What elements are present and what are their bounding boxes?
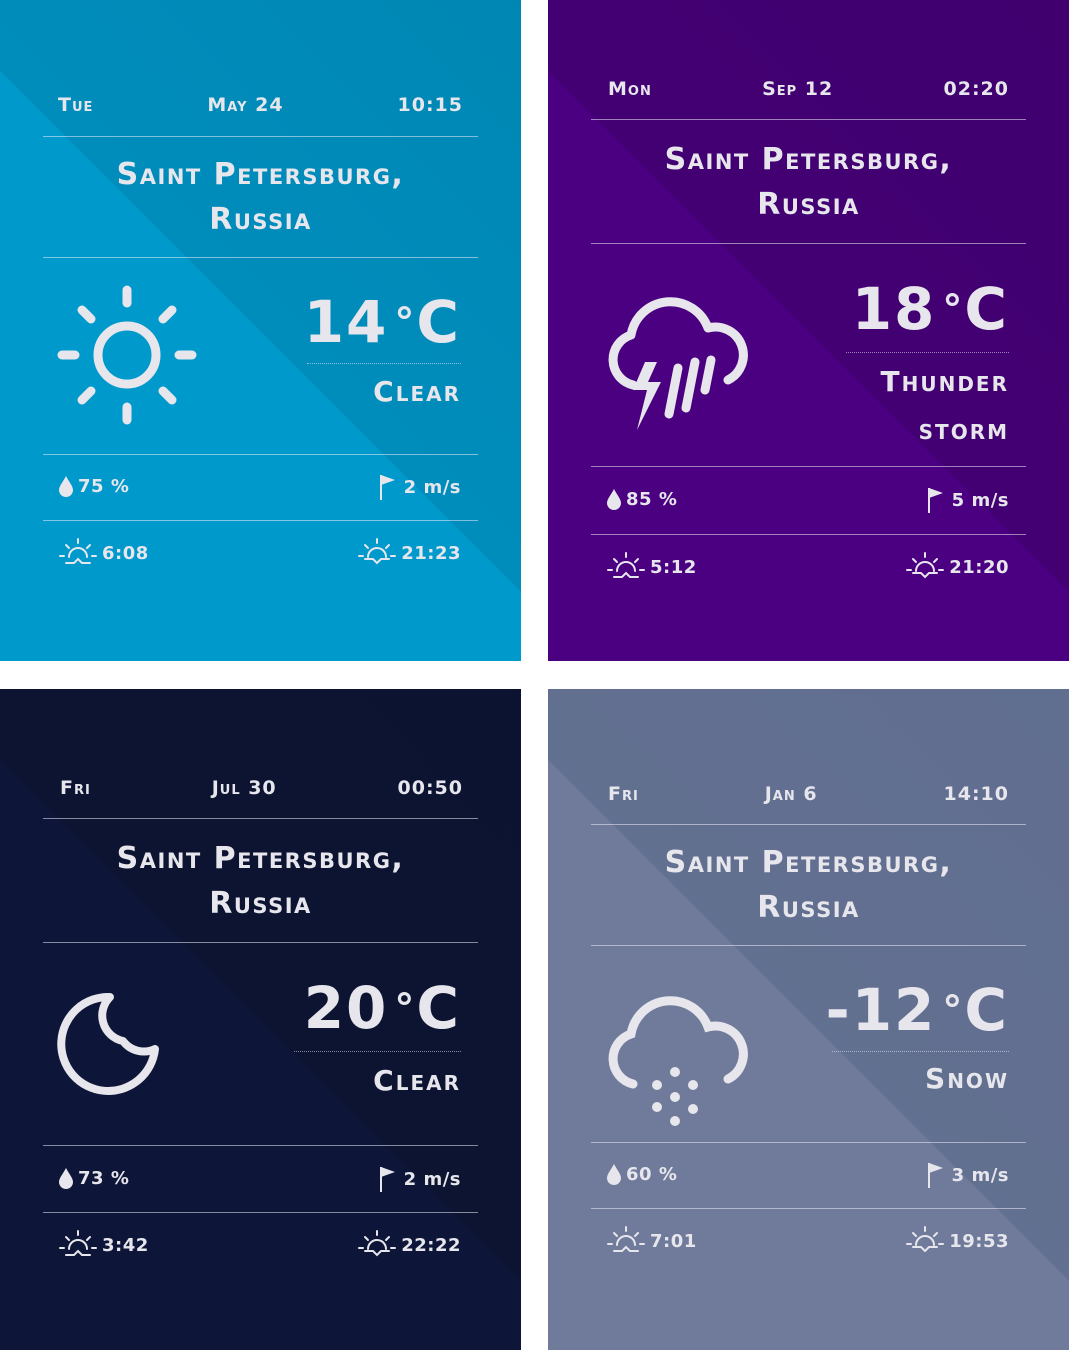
condition: Thunder storm bbox=[880, 365, 1009, 446]
water-drop-icon bbox=[607, 489, 621, 510]
sunset-icon bbox=[906, 552, 945, 579]
divider bbox=[43, 136, 478, 137]
wind: 3 m/s bbox=[926, 1161, 1009, 1189]
date-label: Jan 6 bbox=[764, 783, 818, 805]
weather-card: Tue May 24 10:15 Saint Petersburg, Russi… bbox=[0, 0, 521, 661]
sunset: 22:22 bbox=[357, 1229, 461, 1261]
condition: Clear bbox=[373, 375, 461, 408]
divider bbox=[591, 534, 1026, 535]
divider bbox=[43, 520, 478, 521]
divider bbox=[591, 824, 1026, 825]
moon-icon bbox=[57, 992, 159, 1095]
wind: 5 m/s bbox=[926, 486, 1009, 514]
temperature: 14 °C bbox=[303, 288, 461, 356]
sunrise-icon bbox=[59, 538, 97, 564]
sunrise: 6:08 bbox=[58, 537, 149, 569]
condition: Clear bbox=[373, 1064, 461, 1097]
weather-card: Fri Jan 6 14:10 Saint Petersburg, Russia… bbox=[548, 689, 1069, 1350]
date-label: Jul 30 bbox=[211, 777, 277, 799]
condition: Snow bbox=[925, 1062, 1009, 1095]
day-label: Mon bbox=[608, 78, 652, 100]
sunrise-icon bbox=[59, 1230, 97, 1256]
sunrise: 7:01 bbox=[606, 1225, 697, 1257]
sunset-icon bbox=[906, 1226, 945, 1253]
divider bbox=[43, 257, 478, 258]
humidity: 73 % bbox=[58, 1167, 129, 1189]
divider bbox=[307, 363, 461, 364]
time-label: 00:50 bbox=[397, 777, 463, 799]
thunderstorm-icon bbox=[608, 297, 748, 430]
day-label: Fri bbox=[60, 777, 91, 799]
weather-card: Fri Jul 30 00:50 Saint Petersburg, Russi… bbox=[0, 689, 521, 1350]
divider bbox=[591, 466, 1026, 467]
date-label: Sep 12 bbox=[762, 78, 834, 100]
water-drop-icon bbox=[59, 1168, 73, 1189]
divider bbox=[43, 818, 478, 819]
city-name: Saint Petersburg, Russia bbox=[664, 845, 953, 925]
temperature: 18 °C bbox=[851, 275, 1009, 343]
sun-icon bbox=[57, 285, 197, 425]
city-name: Saint Petersburg, Russia bbox=[116, 841, 405, 921]
flag-icon bbox=[927, 1163, 943, 1188]
weather-card: Mon Sep 12 02:20 Saint Petersburg, Russi… bbox=[548, 0, 1069, 661]
sunrise-icon bbox=[607, 552, 645, 578]
snow-cloud-icon bbox=[608, 996, 748, 1126]
divider bbox=[294, 1051, 461, 1052]
temperature: 20 °C bbox=[303, 974, 461, 1042]
sunrise: 5:12 bbox=[606, 551, 697, 583]
sunset: 21:23 bbox=[357, 537, 461, 569]
sunset: 19:53 bbox=[905, 1225, 1009, 1257]
sunset-icon bbox=[358, 1230, 397, 1257]
flag-icon bbox=[379, 1167, 395, 1192]
time-label: 02:20 bbox=[943, 78, 1009, 100]
water-drop-icon bbox=[607, 1164, 621, 1185]
divider bbox=[846, 352, 1009, 353]
date-label: May 24 bbox=[207, 94, 284, 116]
divider bbox=[591, 243, 1026, 244]
sunset-icon bbox=[358, 538, 397, 565]
humidity: 85 % bbox=[606, 488, 677, 510]
flag-icon bbox=[927, 488, 943, 513]
flag-icon bbox=[379, 475, 395, 500]
temperature: -12 °C bbox=[825, 976, 1009, 1044]
divider bbox=[43, 454, 478, 455]
sunset: 21:20 bbox=[905, 551, 1009, 583]
day-label: Tue bbox=[58, 94, 94, 116]
divider bbox=[591, 1208, 1026, 1209]
humidity: 75 % bbox=[58, 475, 129, 497]
wind: 2 m/s bbox=[378, 1165, 461, 1193]
time-label: 14:10 bbox=[943, 783, 1009, 805]
city-name: Saint Petersburg, Russia bbox=[664, 142, 953, 222]
divider bbox=[591, 1142, 1026, 1143]
sunrise-icon bbox=[607, 1226, 645, 1252]
water-drop-icon bbox=[59, 476, 73, 497]
divider bbox=[43, 1145, 478, 1146]
sunrise: 3:42 bbox=[58, 1229, 149, 1261]
city-name: Saint Petersburg, Russia bbox=[116, 157, 405, 237]
time-label: 10:15 bbox=[397, 94, 463, 116]
divider bbox=[591, 945, 1026, 946]
day-label: Fri bbox=[608, 783, 639, 805]
divider bbox=[832, 1051, 1009, 1052]
divider bbox=[43, 942, 478, 943]
divider bbox=[591, 119, 1026, 120]
wind: 2 m/s bbox=[378, 473, 461, 501]
humidity: 60 % bbox=[606, 1163, 677, 1185]
divider bbox=[43, 1212, 478, 1213]
